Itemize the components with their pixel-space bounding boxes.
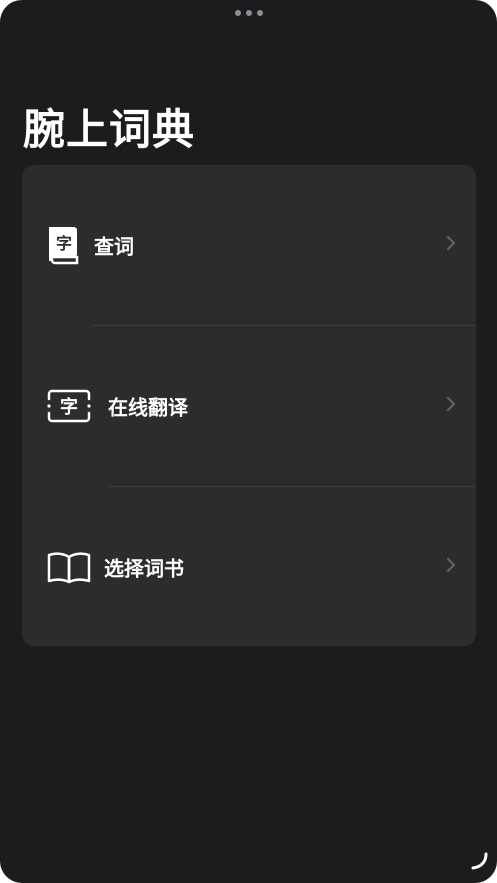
menu-list: 字 查词 字 在线翻译 选择词书 — [22, 165, 476, 646]
svg-text:字: 字 — [56, 234, 72, 253]
resize-handle-icon[interactable] — [469, 851, 489, 875]
menu-item-choose-wordbook[interactable]: 选择词书 — [22, 487, 476, 646]
page-title: 腕上词典 — [23, 105, 196, 154]
text-frame-translate-icon: 字 — [47, 389, 91, 423]
open-book-icon — [47, 550, 91, 584]
menu-item-lookup[interactable]: 字 查词 — [22, 165, 476, 325]
menu-item-online-translate[interactable]: 字 在线翻译 — [22, 326, 476, 486]
app-window: 腕上词典 字 查词 字 在线翻译 选择词书 — [0, 0, 497, 883]
dictionary-book-icon: 字 — [47, 225, 79, 265]
svg-text:字: 字 — [60, 396, 78, 418]
window-grabber[interactable] — [234, 10, 263, 16]
menu-item-label: 在线翻译 — [108, 395, 188, 420]
chevron-right-icon — [446, 557, 456, 577]
grabber-dot — [245, 10, 252, 16]
menu-item-label: 选择词书 — [104, 556, 184, 581]
grabber-dot — [256, 10, 263, 16]
chevron-right-icon — [446, 396, 456, 416]
grabber-dot — [234, 10, 241, 16]
chevron-right-icon — [446, 235, 456, 255]
menu-item-label: 查词 — [94, 234, 134, 259]
